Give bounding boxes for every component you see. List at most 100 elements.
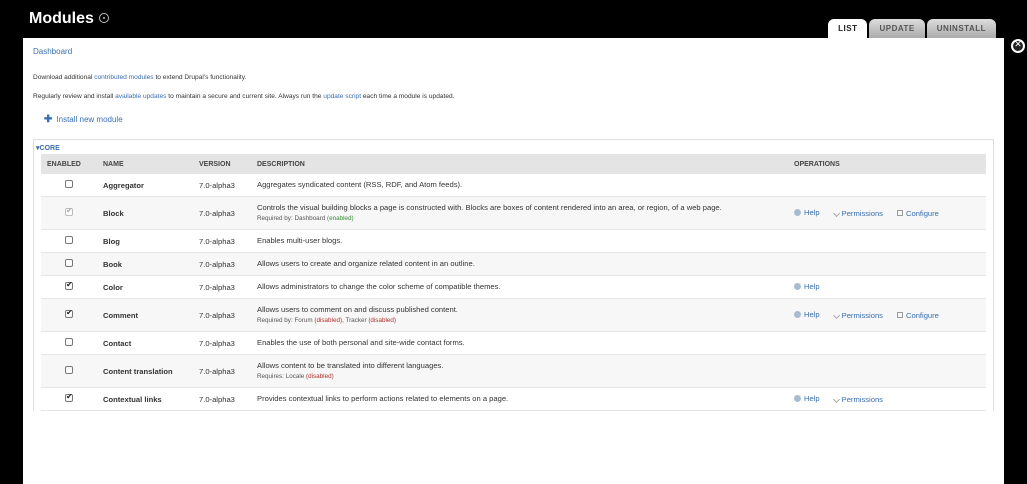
operation-label[interactable]: Help [804,282,820,291]
install-new-module-link[interactable]: Install new module [56,115,122,124]
add-shortcut-icon[interactable] [98,12,109,23]
dependency-name: Tracker [345,317,367,324]
help-icon [794,209,801,216]
help-link[interactable]: Help [794,282,820,291]
module-dependencies: Required by: Forum (disabled), Tracker (… [257,317,396,324]
dependency-status: (disabled) [306,373,334,380]
table-row: Block 7.0-alpha3 Controls the visual build… [41,196,986,230]
fieldset-legend[interactable]: ▾CORE [36,144,986,152]
tab-uninstall[interactable]: UNINSTALL [926,19,996,38]
dependency-status: (enabled) [327,215,354,222]
module-operations [788,253,986,276]
module-name: Aggregator [103,180,144,190]
fieldset-legend-text[interactable]: CORE [40,145,60,152]
dependency-name: Dashboard [294,215,326,222]
help-link[interactable]: Help [794,208,820,217]
module-enabled-checkbox[interactable] [65,338,73,346]
available-updates-link[interactable]: available updates [115,93,166,100]
module-version: 7.0-alpha3 [199,310,235,320]
table-header-row: ENABLED NAME VERSION DESCRIPTION OPERATI… [41,154,986,174]
breadcrumb-dashboard-link[interactable]: Dashboard [33,47,72,56]
column-header-operations: OPERATIONS [788,154,986,174]
module-description-cell: Enables multi-user blogs. [251,230,788,253]
page-title-text: Modules [29,10,94,27]
permissions-link[interactable]: Permissions [832,311,883,320]
help-link[interactable]: Help [794,310,820,319]
column-header-enabled: ENABLED [41,154,97,174]
modules-table-body: Aggregator 7.0-alpha3 Aggregates syndicate… [41,174,986,411]
enabled-cell [41,174,97,197]
module-name: Contact [103,338,132,348]
operation-label[interactable]: Help [804,208,820,217]
permissions-link[interactable]: Permissions [832,209,883,218]
table-row: Aggregator 7.0-alpha3 Aggregates syndicate… [41,174,986,197]
dependency-status: (disabled) [368,317,396,324]
enabled-cell [41,230,97,253]
dependency-name: Locale [285,373,305,380]
module-operations: Help Permissions Configure [788,197,986,230]
help-text: to maintain a secure and current site. A… [166,93,324,100]
column-header-description: DESCRIPTION [251,154,788,174]
configure-link[interactable]: Configure [896,209,939,218]
operation-label[interactable]: Permissions [842,311,883,320]
help-link[interactable]: Help [794,394,820,403]
module-enabled-checkbox[interactable] [65,308,73,318]
dependency-status: (disabled) [314,317,343,324]
permissions-link[interactable]: Permissions [832,395,883,404]
table-row: Blog 7.0-alpha3 Enables multi-user blogs. [41,229,986,253]
module-version: 7.0-alpha3 [199,259,235,269]
module-description-cell: Enables the use of both personal and sit… [251,332,788,355]
table-row: Contact 7.0-alpha3 Enables the use of both… [41,331,986,355]
module-description-cell: Controls the visual building blocks a pa… [251,197,788,230]
module-description-cell: Aggregates syndicated content (RSS, RDF,… [251,174,788,197]
module-name: Book [103,259,122,269]
operation-label[interactable]: Permissions [842,209,883,218]
tab-update[interactable]: UPDATE [869,19,925,38]
help-text: to extend Drupal's functionality. [153,74,247,81]
module-enabled-checkbox[interactable] [65,366,73,374]
module-operations [788,174,986,197]
help-text: Download additional [33,74,95,81]
help-text-updates: Regularly review and install available u… [33,93,994,100]
close-overlay-icon[interactable]: ✕ [1011,39,1025,53]
module-enabled-checkbox[interactable] [65,259,73,267]
module-dependencies: Required by: Dashboard (enabled) [257,214,782,224]
table-row: Contextual links 7.0-alpha3 Provides conte… [41,387,986,411]
tabs: LIST UPDATE UNINSTALL [828,19,996,38]
help-icon [794,395,801,402]
module-enabled-checkbox[interactable] [65,280,73,290]
module-name: Blog [103,236,120,246]
module-description-cell: Allows content to be translated into dif… [251,355,788,388]
module-description: Controls the visual building blocks a pa… [257,203,722,212]
module-name: Contextual links [103,394,162,404]
operation-label[interactable]: Permissions [842,395,883,404]
plus-icon: ✚ [44,114,53,125]
key-icon [832,395,840,404]
module-operations: Help [788,276,986,299]
module-description-cell: Allows users to create and organize rela… [251,253,788,276]
help-text: Regularly review and install [33,93,116,100]
core-fieldset: ▾CORE ENABLED NAME VERSION DESCRIPTION O… [33,139,994,411]
overlay-header: Modules LIST UPDATE UNINSTALL [0,0,1027,38]
key-icon [832,311,840,320]
module-enabled-checkbox[interactable] [65,180,73,188]
module-enabled-checkbox[interactable] [65,236,73,244]
operation-label[interactable]: Help [804,394,820,403]
enabled-cell [41,197,97,230]
column-header-name: NAME [97,154,193,174]
contributed-modules-link[interactable]: contributed modules [94,74,153,81]
module-enabled-checkbox[interactable] [65,392,73,402]
operation-label[interactable]: Help [804,310,820,319]
table-row: Color 7.0-alpha3 Allows administrators to … [41,275,986,299]
configure-link[interactable]: Configure [896,311,939,320]
tab-list[interactable]: LIST [828,19,868,38]
update-script-link[interactable]: update script [323,93,361,100]
operation-label[interactable]: Configure [906,311,939,320]
operation-label[interactable]: Configure [906,209,939,218]
module-description: Enables the use of both personal and sit… [257,338,465,347]
module-description-cell: Allows administrators to change the colo… [251,276,788,299]
module-operations [788,230,986,253]
help-text: each time a module is updated. [361,93,455,100]
help-icon [794,311,801,318]
install-new-module-action[interactable]: ✚ Install new module [44,114,994,125]
